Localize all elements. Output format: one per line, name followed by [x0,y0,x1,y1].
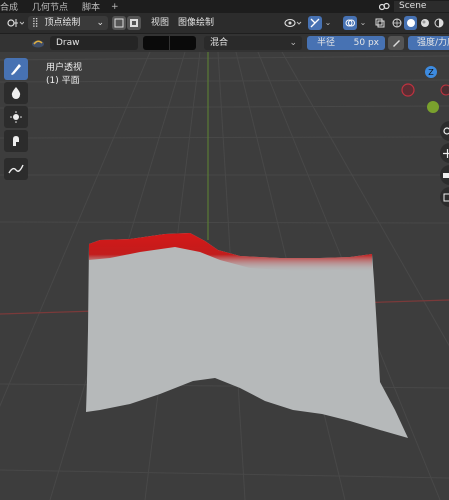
xray-icon [375,18,385,28]
mode-label: 顶点绘制 [44,18,81,28]
brush-thumbnail-icon [32,40,44,48]
rendered-sphere-icon [434,18,443,28]
menu-image-paint[interactable]: 图像绘制 [178,16,214,30]
chevron-down-icon: ⌄ [289,38,297,48]
tool-annotate[interactable] [4,158,28,180]
mode-selector[interactable]: ⣿ 顶点绘制 ⌄ [28,16,108,30]
tool-settings-bar: Draw 混合 ⌄ 半径 50 px 强度/力度 [0,34,449,52]
3d-viewport[interactable]: Z 用户透视 (1) 平面 [0,52,449,500]
menu-view[interactable]: 视图 [151,16,169,30]
overlays-dropdown[interactable]: ⌄ [358,16,368,30]
strength-slider[interactable]: 强度/力度 [408,36,449,50]
solid-sphere-icon [406,19,415,27]
annotate-icon [8,164,24,174]
color-swatch-primary[interactable] [143,36,169,50]
chevron-down-icon: ⌄ [324,18,332,27]
xray-toggle[interactable] [373,16,387,30]
mask-toggle-face[interactable] [112,16,126,30]
gizmo-toggle[interactable] [308,16,322,30]
zoom-icon [442,126,449,135]
face-mask-icon [114,18,124,28]
shading-wireframe[interactable] [390,16,403,30]
vertex-mask-icon [130,19,138,27]
gizmo-x-axis[interactable] [440,84,449,96]
gizmo-neg-x-axis[interactable] [401,83,415,97]
tab-scripting[interactable]: 脚本 [75,0,107,13]
tool-smear[interactable] [4,130,28,152]
pan-icon [442,148,449,158]
gizmo-icon [310,18,320,28]
overlays-icon [345,19,355,27]
brush-preview[interactable] [30,36,46,50]
editor-type-icon [7,19,24,27]
eye-icon [284,18,302,28]
workspace-tabs-bar: 合成 几何节点 脚本 + Scene [0,0,449,13]
scene-selector[interactable]: Scene [394,1,449,12]
radius-value: 50 px [353,38,379,48]
tool-blur[interactable] [4,82,28,104]
tool-draw[interactable] [4,58,28,80]
tool-average[interactable] [4,106,28,128]
scene-glyph-icon [378,2,390,11]
tool-shelf [4,58,32,182]
editor-header: ⣿ 顶点绘制 ⌄ 视图 图像绘制 ⌄ ⌄ [0,13,449,34]
gizmo-dropdown[interactable]: ⌄ [323,16,333,30]
tab-compositing[interactable]: 合成 [0,0,25,13]
camera-icon [442,172,449,178]
wireframe-sphere-icon [392,18,401,28]
gizmo-y-axis[interactable] [427,101,439,113]
radius-label: 半径 [317,38,336,48]
chevron-down-icon: ⌄ [96,18,104,28]
object-name: (1) 平面 [46,76,80,86]
vertex-paint-icon: ⣿ [32,18,39,28]
editor-type-selector[interactable] [4,16,26,30]
pen-pressure-icon [393,40,400,47]
shading-solid[interactable] [404,16,417,30]
smear-icon [13,136,19,146]
drop-icon [11,87,21,99]
mask-toggle-vertex[interactable] [127,16,141,30]
strength-label: 强度/力度 [417,38,449,48]
ortho-icon [443,193,449,201]
view-name: 用户透视 [46,63,83,73]
overlays-toggle[interactable] [343,16,357,30]
radius-pressure-toggle[interactable] [388,36,404,50]
gizmo-z-label: Z [428,68,434,77]
scene-icon[interactable] [374,0,394,13]
material-sphere-icon [420,19,429,27]
blend-mode-select[interactable]: 混合 ⌄ [204,36,302,50]
blur-icon [10,111,22,123]
color-swatch-secondary[interactable] [170,36,196,50]
shading-rendered[interactable] [432,16,445,30]
radius-slider[interactable]: 半径 50 px [307,36,385,50]
brush-name-field[interactable]: Draw [50,36,138,50]
chevron-down-icon: ⌄ [359,18,367,27]
blend-mode-label: 混合 [210,38,229,48]
tab-geometry-nodes[interactable]: 几何节点 [25,0,75,13]
shading-material[interactable] [418,16,431,30]
brush-icon [11,64,21,75]
viewport-scene: Z [0,52,449,500]
add-workspace-button[interactable]: + [107,2,123,12]
visibility-toggle[interactable] [282,16,304,30]
